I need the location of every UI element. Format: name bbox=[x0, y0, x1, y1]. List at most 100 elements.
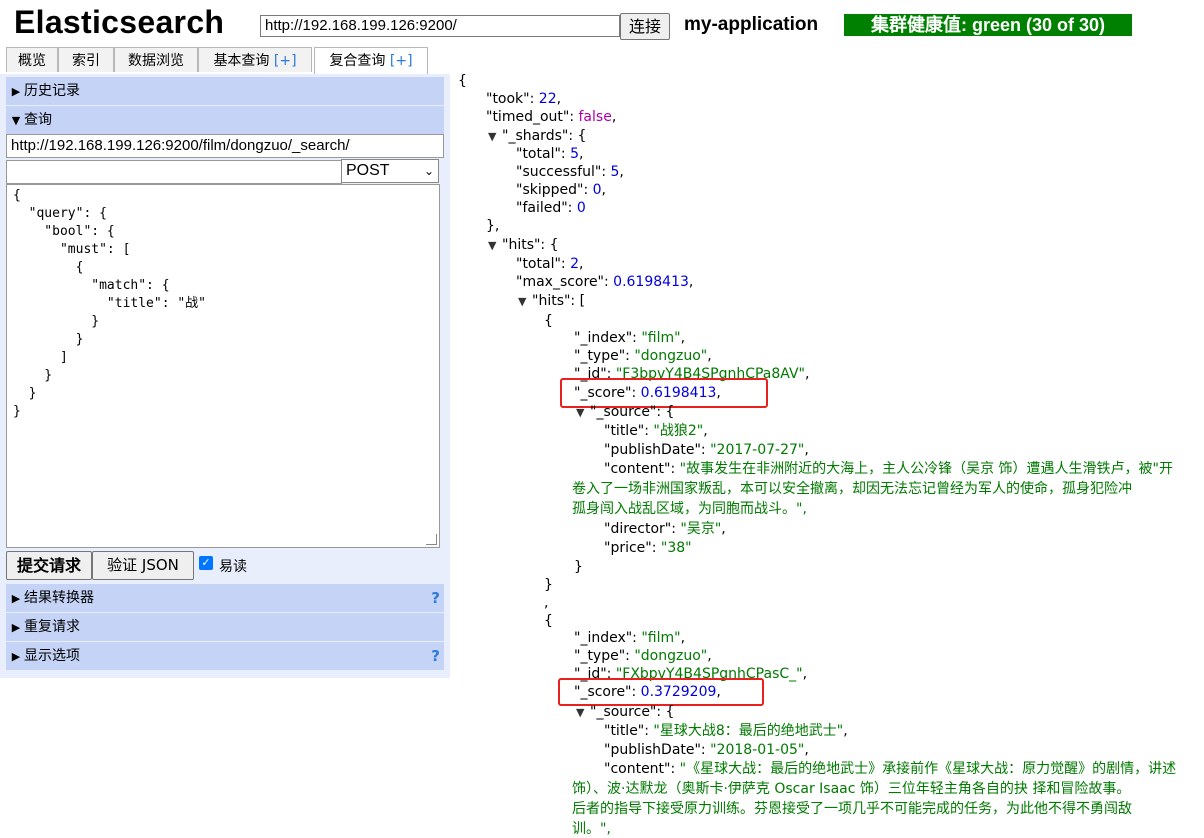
json-brace: { bbox=[458, 73, 467, 89]
json-brace: }, bbox=[486, 218, 500, 234]
json-line: "publishDate": "2017-07-27", bbox=[604, 442, 809, 458]
tab-browser[interactable]: 数据浏览 bbox=[114, 47, 198, 72]
help-icon[interactable]: ? bbox=[431, 642, 440, 670]
json-key: "publishDate": bbox=[604, 442, 711, 458]
json-value: "2017-07-27" bbox=[710, 442, 805, 458]
json-key: "publishDate": bbox=[604, 742, 711, 758]
triangle-down-icon: ▼ bbox=[11, 114, 21, 127]
json-line: ▼ "_shards": { bbox=[488, 127, 586, 146]
section-label: 查询 bbox=[24, 112, 52, 128]
json-line: "content": "《星球大战：最后的绝地武士》承接前作《星球大战：原力觉醒… bbox=[604, 760, 1176, 778]
json-line: "successful": 5, bbox=[516, 164, 624, 180]
json-key: "content": bbox=[604, 761, 680, 777]
json-key: "timed_out": bbox=[486, 109, 579, 125]
json-line: "skipped": 0, bbox=[516, 182, 606, 198]
validate-json-button[interactable]: 验证 JSON bbox=[92, 551, 194, 580]
json-brace: { bbox=[544, 313, 553, 329]
json-value-cont: 卷入了一场非洲国家叛乱，本可以安全撤离，却因无法忘记曾经为军人的使命，孤身犯险冲 bbox=[572, 481, 1132, 497]
json-line: "director": "吴京", bbox=[604, 521, 726, 537]
json-value: "dongzuo" bbox=[634, 648, 708, 664]
json-line: ▼ "hits": [ bbox=[518, 292, 585, 311]
json-value-cont: 训。", bbox=[572, 821, 611, 837]
query-section-header[interactable]: ▼ 查询 bbox=[6, 106, 444, 134]
json-line: "failed": 0 bbox=[516, 199, 586, 217]
submit-request-button[interactable]: 提交请求 bbox=[6, 551, 92, 580]
collapse-toggle-icon[interactable]: ▼ bbox=[518, 293, 532, 311]
json-value: 2 bbox=[570, 256, 579, 272]
json-value-cont: 孤身闯入战乱区域，为同胞而战斗。", bbox=[572, 501, 807, 517]
request-body-editor[interactable]: { "query": { "bool": { "must": [ { "matc… bbox=[6, 184, 440, 548]
tab-overview[interactable]: 概览 bbox=[6, 47, 58, 72]
collapse-toggle-icon[interactable]: ▼ bbox=[488, 237, 502, 255]
method-value: POST bbox=[346, 162, 390, 179]
json-line: "title": "战狼2", bbox=[604, 423, 708, 439]
json-key: "hits": [ bbox=[532, 293, 586, 309]
connect-button[interactable]: 连接 bbox=[620, 13, 670, 40]
request-extra-input[interactable] bbox=[6, 160, 342, 184]
json-key: "total": bbox=[516, 146, 571, 162]
json-value: "film" bbox=[641, 330, 681, 346]
json-separator: , bbox=[544, 595, 549, 611]
tab-basic-query[interactable]: 基本查询 [+] bbox=[198, 47, 312, 72]
json-line: "_type": "dongzuo", bbox=[574, 648, 712, 664]
json-value: false bbox=[578, 109, 612, 125]
pretty-label: 易读 bbox=[219, 559, 247, 575]
request-body-text[interactable]: { "query": { "bool": { "must": [ { "matc… bbox=[7, 185, 439, 423]
pretty-checkbox[interactable]: ✓ bbox=[199, 556, 213, 570]
json-key: "title": bbox=[604, 423, 654, 439]
triangle-right-icon: ▶ bbox=[11, 650, 21, 663]
json-value: "film" bbox=[641, 630, 681, 646]
triangle-right-icon: ▶ bbox=[11, 621, 21, 634]
json-key: "price": bbox=[604, 540, 661, 556]
json-line: "_index": "film", bbox=[574, 630, 686, 646]
score-highlight-box bbox=[558, 678, 764, 706]
triangle-right-icon: ▶ bbox=[11, 592, 21, 605]
json-key: "hits": { bbox=[502, 237, 559, 253]
collapse-toggle-icon[interactable]: ▼ bbox=[488, 128, 502, 146]
json-value: 0 bbox=[592, 182, 602, 198]
json-key: "failed": bbox=[516, 200, 577, 216]
json-line: "total": 5, bbox=[516, 146, 584, 162]
cluster-url-input[interactable]: http://192.168.199.126:9200/ bbox=[260, 15, 620, 37]
tab-add-button[interactable]: [+] bbox=[274, 53, 297, 69]
cluster-health-badge: 集群健康值: green (30 of 30) bbox=[844, 14, 1132, 36]
repeat-section-header[interactable]: ▶ 重复请求 bbox=[6, 613, 444, 641]
tab-label: 数据浏览 bbox=[128, 53, 184, 69]
json-value: "38" bbox=[660, 540, 692, 556]
json-key: "_type": bbox=[574, 348, 635, 364]
tab-indices[interactable]: 索引 bbox=[58, 47, 114, 72]
transformer-section-header[interactable]: ▶ 结果转换器? bbox=[6, 584, 444, 612]
json-line: ▼ "_source": { bbox=[576, 403, 674, 422]
tab-compound-query[interactable]: 复合查询 [+] bbox=[314, 47, 428, 74]
json-value: "星球大战8：最后的绝地武士" bbox=[653, 723, 844, 739]
json-value: 22 bbox=[538, 91, 557, 107]
json-line: "total": 2, bbox=[516, 256, 584, 272]
tab-add-button[interactable]: [+] bbox=[390, 53, 413, 69]
json-key: "took": bbox=[486, 91, 539, 107]
display-section-header[interactable]: ▶ 显示选项? bbox=[6, 642, 444, 670]
json-key: "_type": bbox=[574, 648, 635, 664]
json-value-cont: 后者的指导下接受原力训练。芬恩接受了一项几乎不可能完成的任务，为此他不得不勇闯敌 bbox=[572, 801, 1132, 817]
json-value: 5 bbox=[610, 164, 620, 180]
json-key: "director": bbox=[604, 521, 681, 537]
collapse-toggle-icon[interactable]: ▼ bbox=[576, 404, 590, 422]
history-section-header[interactable]: ▶ 历史记录 bbox=[6, 77, 444, 105]
json-line: "content": "故事发生在非洲附近的大海上，主人公冷锋（吴京 饰）遭遇人… bbox=[604, 460, 1173, 478]
request-path-input[interactable]: http://192.168.199.126:9200/film/dongzuo… bbox=[6, 134, 444, 158]
section-label: 显示选项 bbox=[24, 648, 80, 664]
cluster-name: my-application bbox=[684, 14, 819, 35]
json-brace: } bbox=[544, 577, 553, 593]
collapse-toggle-icon[interactable]: ▼ bbox=[576, 704, 590, 722]
json-line: "took": 22, bbox=[486, 91, 562, 107]
json-brace: { bbox=[544, 613, 553, 629]
json-key: "_index": bbox=[574, 630, 642, 646]
http-method-select[interactable]: POST ⌄ bbox=[341, 159, 439, 183]
json-value: 5 bbox=[570, 146, 579, 162]
json-line: ▼ "hits": { bbox=[488, 236, 559, 255]
section-label: 结果转换器 bbox=[24, 590, 94, 606]
json-value: "故事发生在非洲附近的大海上，主人公冷锋（吴京 饰）遭遇人生滑铁卢，被"开 bbox=[679, 461, 1173, 477]
json-key: "title": bbox=[604, 723, 654, 739]
resize-handle-icon[interactable] bbox=[426, 534, 437, 545]
json-brace: } bbox=[574, 559, 583, 575]
help-icon[interactable]: ? bbox=[431, 584, 440, 612]
